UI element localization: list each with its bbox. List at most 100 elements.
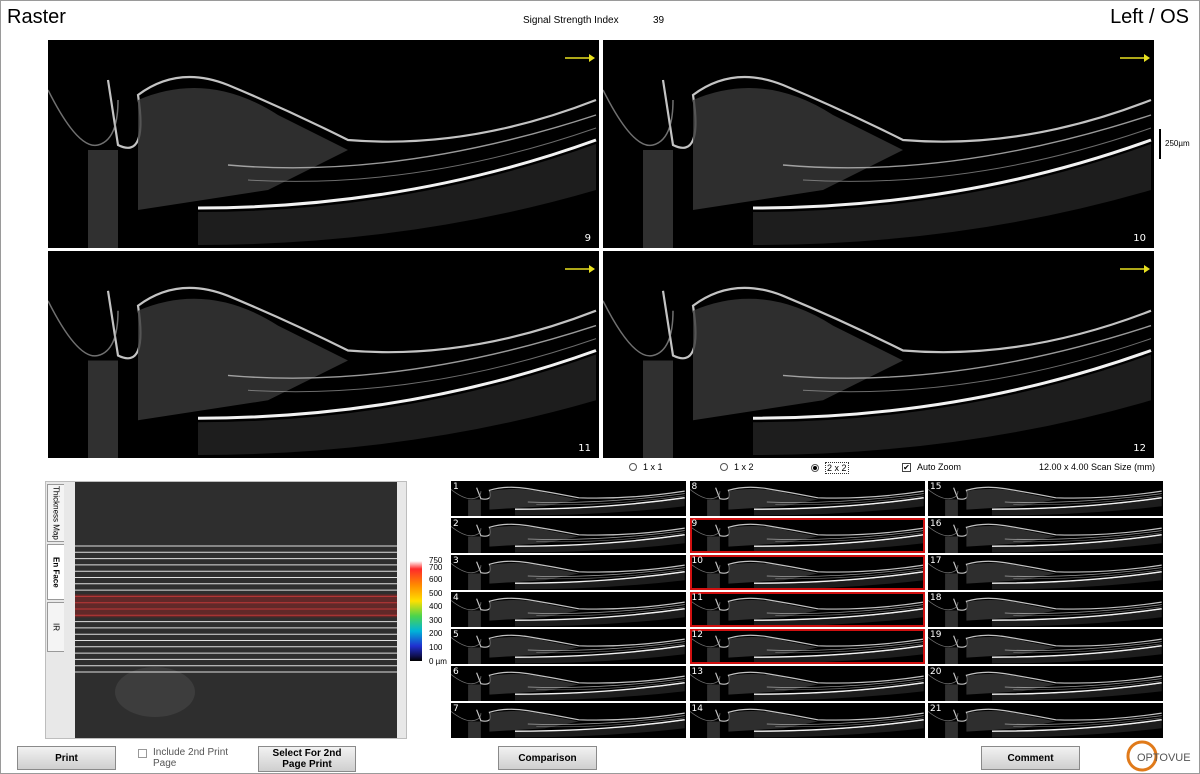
scan-thumbnail[interactable]: 15: [928, 481, 1163, 516]
scan-thumbnail[interactable]: 19: [928, 629, 1163, 664]
thickness-color-legend: [410, 561, 422, 661]
thumbnail-number: 6: [453, 667, 459, 677]
lesion-body: [966, 600, 1056, 621]
optic-nerve: [468, 499, 481, 516]
enface-image[interactable]: [75, 482, 397, 738]
checkbox-icon: [138, 749, 147, 758]
tab-en-face[interactable]: En Face: [47, 544, 64, 600]
layout-option-2x2[interactable]: 2 x 2: [811, 462, 849, 474]
lesion-body: [693, 88, 903, 210]
tab-thickness-map[interactable]: Thickness Map: [47, 484, 64, 542]
layout-option-1x2[interactable]: 1 x 2: [720, 462, 754, 472]
auto-zoom-checkbox[interactable]: ✔ Auto Zoom: [902, 462, 961, 472]
scan-thumbnail[interactable]: 11: [689, 592, 925, 627]
optic-disc: [115, 667, 195, 717]
print-button[interactable]: Print: [17, 746, 116, 770]
bscan-panel[interactable]: 12: [603, 251, 1154, 458]
scan-thumbnail[interactable]: 18: [928, 592, 1163, 627]
thumbnail-number: 21: [930, 704, 942, 714]
tab-label: En Face: [51, 556, 61, 588]
bscan-panel[interactable]: 11: [48, 251, 599, 458]
layout-option-1x1[interactable]: 1 x 1: [629, 462, 663, 472]
lesion-body: [489, 674, 579, 695]
scan-thumbnail[interactable]: 12: [689, 629, 925, 664]
optic-nerve: [706, 721, 720, 738]
bscan-image: [603, 265, 1152, 458]
scan-thumbnail[interactable]: 4: [451, 592, 686, 627]
svg-text:OPTOVUE: OPTOVUE: [1137, 752, 1191, 764]
scan-thumbnail[interactable]: 2: [451, 518, 686, 553]
lesion-body: [966, 637, 1056, 658]
scan-thumbnail[interactable]: 14: [689, 703, 925, 738]
scan-thumbnail[interactable]: 13: [689, 666, 925, 701]
auto-zoom-label: Auto Zoom: [917, 462, 962, 472]
lesion-body: [727, 563, 818, 584]
layout-option-label: 2 x 2: [825, 462, 849, 474]
optic-nerve: [706, 684, 720, 701]
optic-nerve: [706, 499, 720, 516]
scan-thumbnail[interactable]: 20: [928, 666, 1163, 701]
optic-nerve: [643, 150, 673, 248]
retina-layer: [603, 300, 674, 357]
scan-thumbnail[interactable]: 17: [928, 555, 1163, 590]
legend-label: 200: [429, 629, 443, 638]
comparison-button[interactable]: Comparison: [498, 746, 597, 770]
scan-thumbnail[interactable]: 10: [689, 555, 925, 590]
scan-thumbnail[interactable]: 5: [451, 629, 686, 664]
legend-label: 400: [429, 602, 443, 611]
eye-label: Left / OS: [1110, 6, 1189, 28]
lesion-body: [966, 526, 1056, 547]
optic-nerve: [468, 536, 481, 553]
mode-title: Raster: [7, 6, 66, 28]
scan-thumbnail[interactable]: 3: [451, 555, 686, 590]
scan-thumbnail[interactable]: 8: [689, 481, 925, 516]
lesion-body: [489, 711, 579, 732]
lesion-body: [727, 526, 818, 547]
optic-nerve: [945, 684, 958, 701]
thumbnail-image: [928, 523, 1162, 553]
legend-label: 500: [429, 589, 443, 598]
scan-thumbnail[interactable]: 7: [451, 703, 686, 738]
optovue-logo: OPTOVUE: [1125, 739, 1195, 773]
scan-thumbnail[interactable]: 1: [451, 481, 686, 516]
thumbnail-number: 10: [691, 556, 703, 566]
select-2nd-page-button[interactable]: Select For 2nd Page Print: [258, 746, 356, 772]
optic-nerve: [945, 536, 958, 553]
optic-nerve: [468, 647, 481, 664]
thumbnail-number: 17: [930, 556, 942, 566]
optic-nerve: [945, 573, 958, 590]
label-line: Include 2nd Print: [153, 747, 229, 758]
include-2nd-page-checkbox[interactable]: Include 2nd Print Page: [138, 747, 228, 769]
retina-layer: [603, 89, 674, 147]
lesion-body: [727, 711, 818, 732]
scan-thumbnail[interactable]: 21: [928, 703, 1163, 738]
lesion-body: [489, 526, 579, 547]
lesion-body: [489, 489, 579, 510]
legend-label: 700: [429, 563, 443, 572]
optic-nerve: [88, 150, 118, 248]
layout-option-label: 1 x 1: [643, 462, 663, 472]
arrow-head-icon: [1144, 54, 1150, 62]
lesion-body: [693, 298, 903, 421]
scan-thumbnail[interactable]: 16: [928, 518, 1163, 553]
raster-report-window: Raster Signal Strength Index 39 Left / O…: [0, 0, 1200, 774]
lesion-body: [966, 489, 1056, 510]
bscan-panel[interactable]: 10: [603, 40, 1154, 248]
thumbnail-number: 8: [691, 482, 698, 492]
arrow-head-icon: [589, 54, 595, 62]
bscan-image: [603, 54, 1152, 248]
lesion-body: [727, 674, 818, 695]
tab-label: Thickness Map: [51, 486, 61, 540]
tab-ir[interactable]: IR: [47, 602, 64, 652]
legend-label: 600: [429, 575, 443, 584]
scan-number: 9: [584, 233, 591, 244]
button-label-line: Select For 2nd: [272, 748, 342, 759]
scan-number: 12: [1133, 443, 1146, 454]
bscan-panel[interactable]: 9: [48, 40, 599, 248]
radio-icon: [629, 463, 637, 471]
scan-thumbnail[interactable]: 9: [689, 518, 925, 553]
comment-button[interactable]: Comment: [981, 746, 1080, 770]
thumbnail-image: [451, 671, 685, 701]
scan-thumbnail[interactable]: 6: [451, 666, 686, 701]
thumbnail-image: [451, 486, 685, 516]
